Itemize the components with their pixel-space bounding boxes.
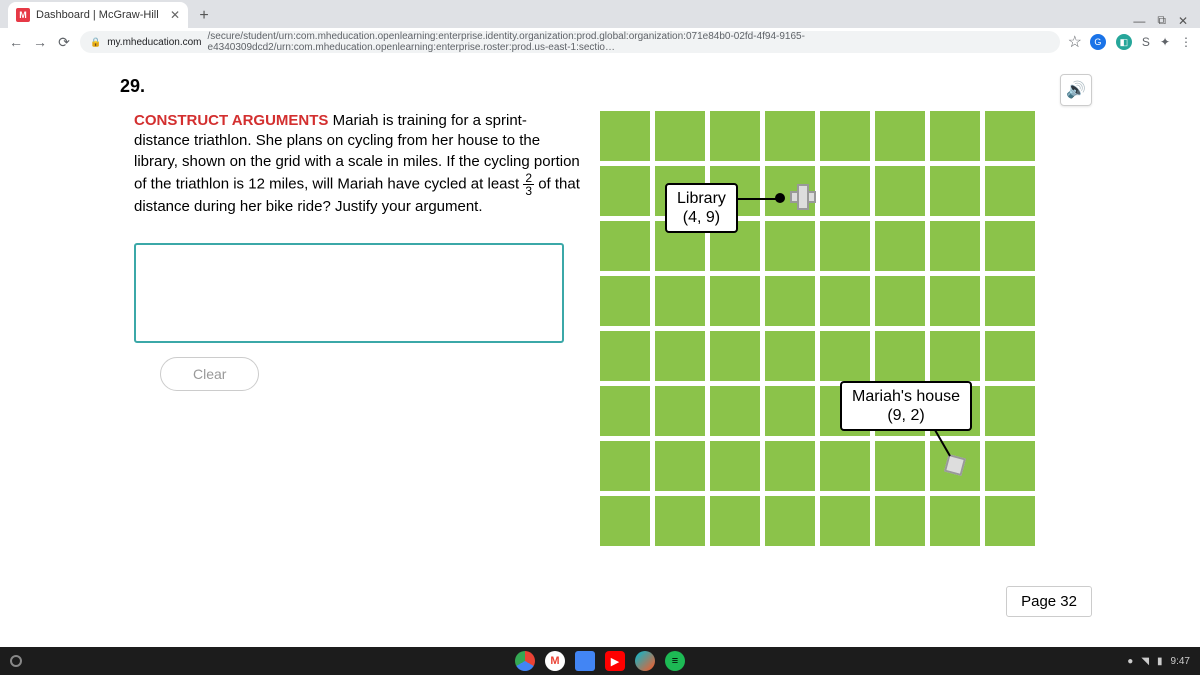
close-tab-icon[interactable]: ✕ bbox=[170, 8, 180, 22]
wifi-icon[interactable]: ◥ bbox=[1141, 656, 1149, 667]
system-tray[interactable]: ● ◥ ▮ 9:47 bbox=[1127, 656, 1190, 667]
fraction-numerator: 2 bbox=[523, 172, 534, 185]
clear-button[interactable]: Clear bbox=[160, 357, 259, 391]
battery-icon[interactable]: ▮ bbox=[1157, 656, 1163, 667]
question-heading: CONSTRUCT ARGUMENTS bbox=[134, 112, 328, 129]
library-label: Library bbox=[677, 189, 726, 208]
s-icon[interactable]: S bbox=[1142, 35, 1150, 49]
forward-button[interactable]: → bbox=[32, 34, 48, 50]
main-area: CONSTRUCT ARGUMENTS Mariah is training f… bbox=[120, 111, 1200, 551]
play-icon[interactable] bbox=[635, 651, 655, 671]
library-callout: Library (4, 9) bbox=[665, 183, 738, 233]
launcher-icon[interactable] bbox=[10, 655, 22, 667]
star-icon[interactable]: ☆ bbox=[1068, 32, 1082, 52]
taskbar: M ▶ ≡ ● ◥ ▮ 9:47 bbox=[0, 647, 1200, 675]
spotify-icon[interactable]: ≡ bbox=[665, 651, 685, 671]
back-button[interactable]: ← bbox=[8, 34, 24, 50]
lock-icon: 🔒 bbox=[90, 37, 101, 48]
answer-input[interactable] bbox=[134, 243, 564, 343]
url-field[interactable]: 🔒 my.mheducation.com/secure/student/urn:… bbox=[80, 31, 1060, 53]
notification-icon[interactable]: ● bbox=[1127, 656, 1133, 667]
house-label: Mariah's house bbox=[852, 387, 960, 406]
question-text: CONSTRUCT ARGUMENTS Mariah is training f… bbox=[120, 111, 580, 217]
extensions-icon[interactable]: ✦ bbox=[1160, 35, 1170, 49]
youtube-icon[interactable]: ▶ bbox=[605, 651, 625, 671]
house-callout: Mariah's house (9, 2) bbox=[840, 381, 972, 431]
browser-chrome: M Dashboard | McGraw-Hill ✕ + — ⧉ ✕ ← → … bbox=[0, 0, 1200, 56]
address-bar: ← → ⟳ 🔒 my.mheducation.com/secure/studen… bbox=[0, 28, 1200, 56]
new-tab-button[interactable]: + bbox=[192, 4, 216, 28]
restore-icon[interactable]: ⧉ bbox=[1157, 13, 1166, 28]
reload-button[interactable]: ⟳ bbox=[56, 34, 72, 50]
extension-icon-2[interactable]: ◧ bbox=[1116, 34, 1132, 50]
grid-cells bbox=[600, 111, 1040, 551]
menu-icon[interactable]: ⋮ bbox=[1180, 35, 1192, 49]
extension-icon-1[interactable]: G bbox=[1090, 34, 1106, 50]
url-domain: my.mheducation.com bbox=[107, 37, 201, 48]
tab-bar: M Dashboard | McGraw-Hill ✕ + — ⧉ ✕ bbox=[0, 0, 1200, 28]
favicon: M bbox=[16, 8, 30, 22]
fraction: 23 bbox=[523, 172, 534, 197]
url-path: /secure/student/urn:com.mheducation.open… bbox=[208, 31, 1050, 53]
gmail-icon[interactable]: M bbox=[545, 651, 565, 671]
question-number: 29. bbox=[120, 76, 1200, 97]
minimize-icon[interactable]: — bbox=[1133, 14, 1145, 28]
question-column: CONSTRUCT ARGUMENTS Mariah is training f… bbox=[120, 111, 580, 551]
library-coord: (4, 9) bbox=[677, 208, 726, 227]
content-area: 🔊 29. CONSTRUCT ARGUMENTS Mariah is trai… bbox=[0, 56, 1200, 647]
library-marker-v bbox=[797, 184, 809, 210]
tab-title: Dashboard | McGraw-Hill bbox=[36, 9, 164, 21]
chrome-icon[interactable] bbox=[515, 651, 535, 671]
page-label: Page 32 bbox=[1006, 586, 1092, 617]
window-controls: — ⧉ ✕ bbox=[1133, 13, 1200, 28]
browser-tab[interactable]: M Dashboard | McGraw-Hill ✕ bbox=[8, 2, 188, 28]
docs-icon[interactable] bbox=[575, 651, 595, 671]
taskbar-apps: M ▶ ≡ bbox=[515, 651, 685, 671]
addr-icons: G ◧ S ✦ ⋮ bbox=[1090, 34, 1192, 50]
close-window-icon[interactable]: ✕ bbox=[1178, 14, 1188, 28]
clock: 9:47 bbox=[1171, 656, 1190, 667]
map-grid: Library (4, 9) Mariah's house (9, 2) bbox=[600, 111, 1040, 551]
house-coord: (9, 2) bbox=[852, 406, 960, 425]
audio-button[interactable]: 🔊 bbox=[1060, 74, 1092, 106]
library-line bbox=[732, 198, 780, 200]
fraction-denominator: 3 bbox=[523, 185, 534, 197]
